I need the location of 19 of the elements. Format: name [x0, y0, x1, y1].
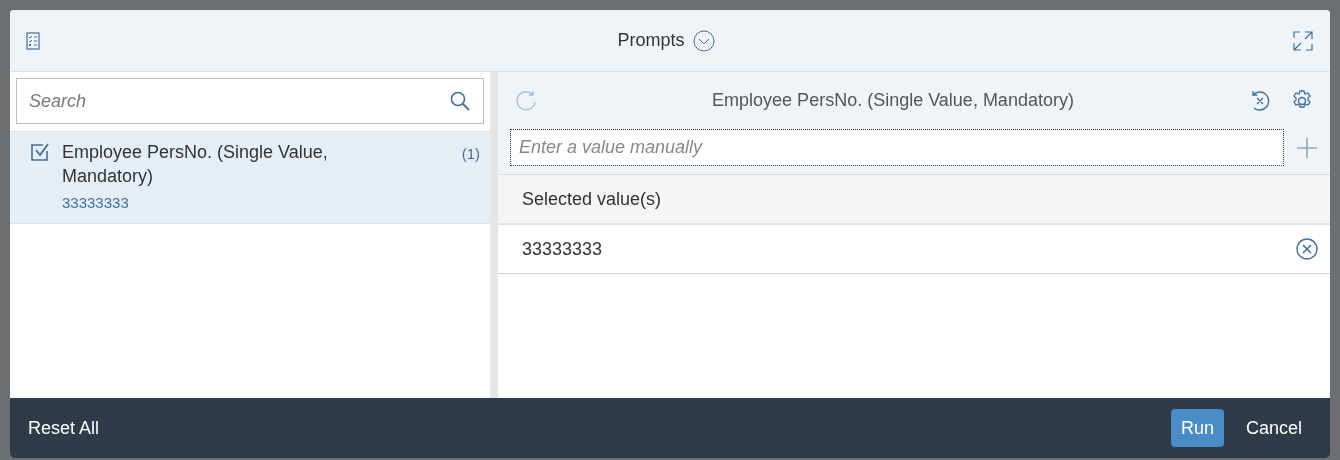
checklist-icon	[26, 31, 40, 50]
prompt-item[interactable]: Employee PersNo. (Single Value, Mandatory) 33333333 (1)	[10, 131, 490, 224]
cancel-button[interactable]: Cancel	[1235, 409, 1312, 447]
dialog-title: Prompts	[617, 29, 685, 52]
search-field[interactable]: Search	[16, 78, 484, 124]
search-icon	[450, 91, 470, 111]
reset-all-button[interactable]: Reset All	[28, 414, 1159, 442]
run-button[interactable]: Run	[1170, 409, 1224, 447]
expand-icon[interactable]	[1292, 29, 1314, 52]
checkbox-icon[interactable]	[30, 142, 50, 162]
prompt-label: Employee PersNo. (Single Value, Mandatory)	[62, 141, 329, 188]
remove-icon[interactable]	[1296, 238, 1318, 260]
selected-value: 33333333	[522, 237, 604, 261]
selected-values-header: Selected value(s)	[522, 187, 662, 211]
prompt-value: 33333333	[62, 193, 130, 213]
detail-title: Employee PersNo. (Single Value, Mandatory)	[711, 89, 1075, 112]
dropdown-icon[interactable]	[692, 29, 715, 52]
value-input-field[interactable]: Enter a value manually	[510, 129, 1284, 166]
count-label: (1)	[461, 144, 480, 164]
